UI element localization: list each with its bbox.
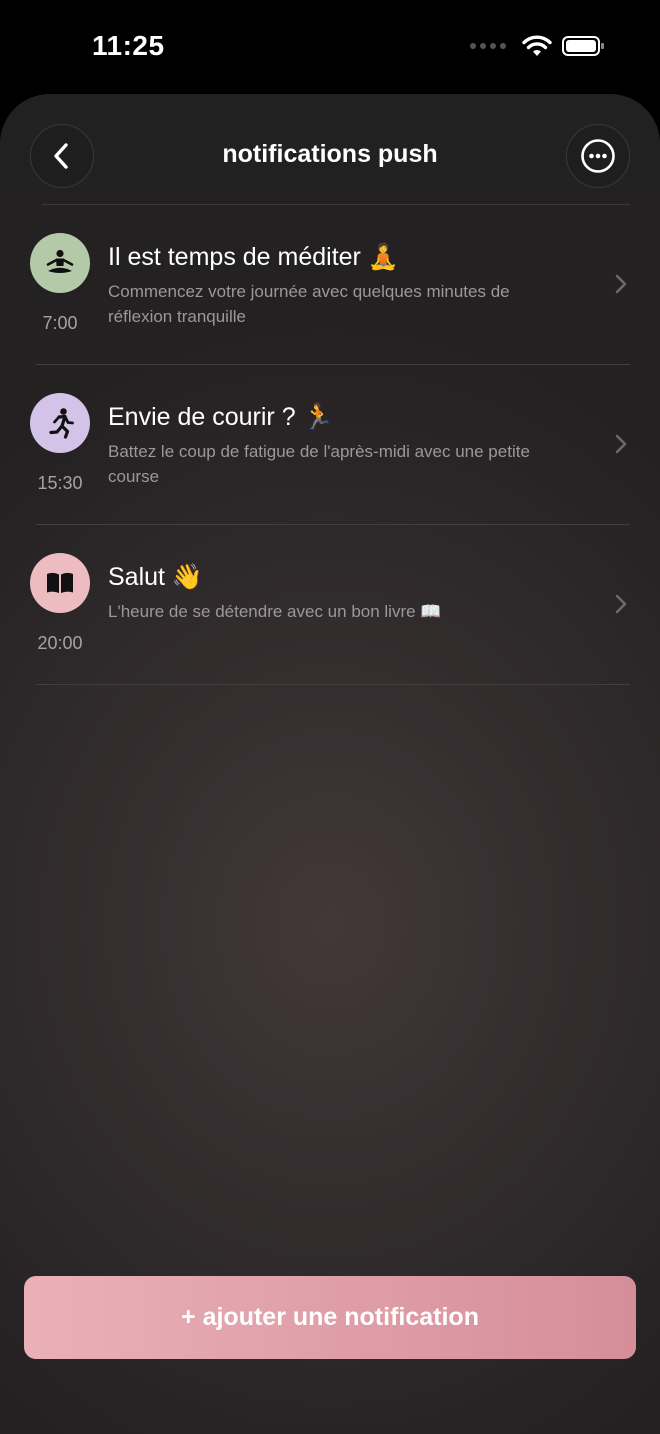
notification-time: 20:00 bbox=[37, 633, 83, 653]
running-icon bbox=[30, 393, 90, 453]
notification-time: 7:00 bbox=[42, 313, 78, 333]
notification-title: Il est temps de méditer 🧘 bbox=[108, 243, 399, 271]
notification-row[interactable]: 20:00 Salut 👋 L'heure de se détendre ave… bbox=[0, 525, 660, 685]
ellipsis-circle-icon bbox=[581, 139, 615, 173]
meditation-icon bbox=[30, 233, 90, 293]
chevron-right-icon bbox=[615, 594, 627, 614]
battery-icon bbox=[562, 36, 604, 56]
status-time: 11:25 bbox=[92, 30, 165, 61]
status-icons bbox=[470, 34, 604, 58]
chevron-right-icon bbox=[615, 434, 627, 454]
page-title: notifications push bbox=[222, 140, 438, 168]
notification-description: Commencez votre journée avec quelques mi… bbox=[108, 282, 510, 326]
more-options-button[interactable] bbox=[566, 124, 630, 188]
notification-time: 15:30 bbox=[37, 473, 83, 493]
notification-description: Battez le coup de fatigue de l'après-mid… bbox=[108, 442, 530, 486]
cellular-icon bbox=[470, 43, 506, 49]
row-divider bbox=[36, 684, 630, 685]
book-icon bbox=[30, 553, 90, 613]
status-bar: 11:25 bbox=[0, 0, 660, 96]
add-notification-button[interactable]: + ajouter une notification bbox=[24, 1276, 636, 1359]
notification-description: L'heure de se détendre avec un bon livre… bbox=[108, 602, 442, 621]
notification-row[interactable]: 15:30 Envie de courir ? 🏃 Battez le coup… bbox=[0, 365, 660, 525]
notification-title: Salut 👋 bbox=[108, 563, 204, 591]
header: notifications push bbox=[0, 124, 660, 190]
notifications-sheet: notifications push 7:00 Il est temps de … bbox=[0, 94, 660, 1434]
notification-list: 7:00 Il est temps de méditer 🧘 Commencez… bbox=[0, 205, 660, 685]
chevron-right-icon bbox=[615, 274, 627, 294]
wifi-icon bbox=[522, 35, 552, 56]
notification-row[interactable]: 7:00 Il est temps de méditer 🧘 Commencez… bbox=[0, 205, 660, 365]
notification-title: Envie de courir ? 🏃 bbox=[108, 403, 334, 431]
